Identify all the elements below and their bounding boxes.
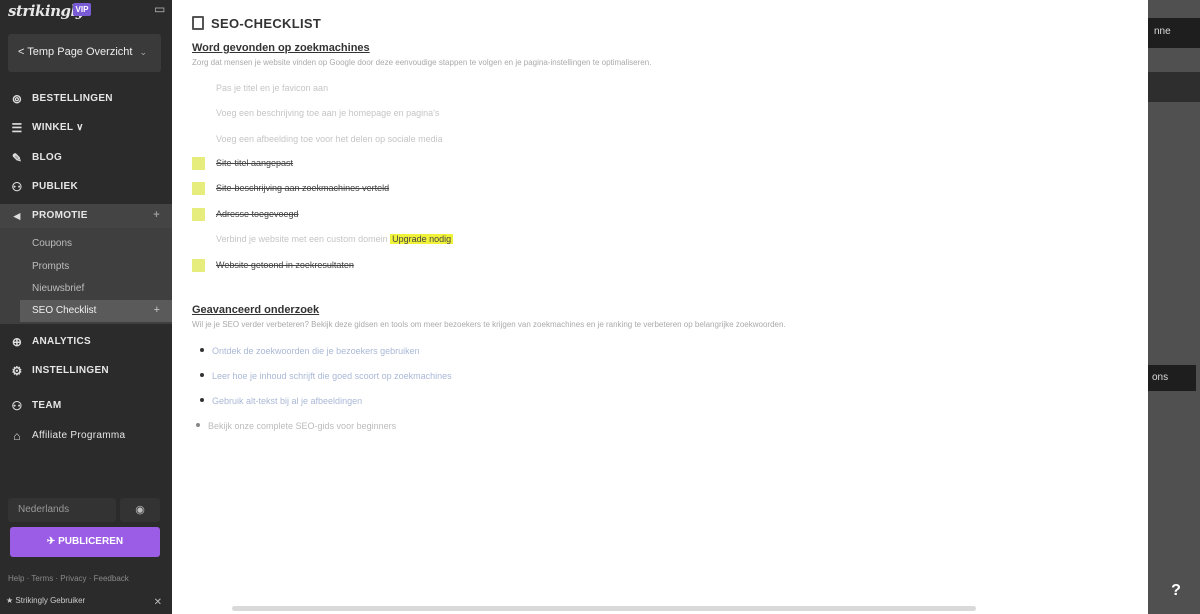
site-selector[interactable]: < Temp Page Overzicht ⌄ bbox=[8, 34, 161, 72]
checkbox-checked[interactable] bbox=[192, 259, 205, 272]
section-heading: Word gevonden op zoekmachines bbox=[192, 42, 370, 54]
nav-label: PROMOTIE bbox=[32, 210, 88, 221]
bullet-dot bbox=[200, 373, 204, 377]
affiliate-icon: ⌂ bbox=[13, 429, 21, 443]
section-description: Zorg dat mensen je website vinden op Goo… bbox=[192, 58, 652, 67]
nav-analytics[interactable]: ⊕ ANALYTICS bbox=[0, 330, 172, 354]
sub-seo-checklist[interactable]: SEO Checklist + bbox=[20, 300, 172, 322]
checklist-item-text: Site-beschrijving aan zoekmachines verte… bbox=[216, 183, 390, 193]
resource-link[interactable]: Gebruik alt-tekst bij al je afbeeldingen bbox=[200, 396, 362, 406]
sub-prompts[interactable]: Prompts bbox=[32, 261, 69, 272]
nav-blog[interactable]: ✎ BLOG bbox=[0, 146, 172, 170]
help-icon[interactable]: ? bbox=[1166, 582, 1186, 602]
orders-icon: ⊚ bbox=[11, 92, 23, 106]
expand-icon: + bbox=[153, 209, 160, 221]
nav-instellingen[interactable]: ⚙ INSTELLINGEN bbox=[0, 359, 172, 383]
page-title: SEO-CHECKLIST bbox=[192, 16, 321, 31]
nav-label: Affiliate Programma bbox=[32, 430, 126, 441]
bullet-dot bbox=[200, 348, 204, 352]
horizontal-scrollbar[interactable] bbox=[232, 606, 976, 611]
nav-label: TEAM bbox=[32, 400, 62, 411]
analytics-icon: ⊕ bbox=[11, 335, 23, 349]
vip-badge: VIP bbox=[73, 3, 91, 16]
checklist-item-text: Website getoond in zoekresultaten bbox=[216, 260, 354, 270]
upgrade-highlight[interactable]: Upgrade nodig bbox=[390, 234, 454, 244]
sub-nieuwsbrief[interactable]: Nieuwsbrief bbox=[32, 283, 84, 294]
checklist-item-text: Verbind je website met een custom domein bbox=[216, 234, 388, 244]
chevron-down-icon: ⌄ bbox=[139, 47, 147, 57]
sidebar: strikingly VIP ▭ < Temp Page Overzicht ⌄… bbox=[0, 0, 172, 614]
nav-affiliate[interactable]: ⌂ Affiliate Programma bbox=[0, 424, 172, 448]
mid-dark-bar bbox=[1148, 72, 1200, 102]
gear-icon: ⚙ bbox=[11, 364, 23, 378]
site-selector-label: < Temp Page Overzicht bbox=[18, 46, 133, 58]
eye-icon: ◉ bbox=[135, 504, 145, 516]
collapse-sidebar-icon[interactable]: ▭ bbox=[154, 2, 165, 16]
resource-link-text: Leer hoe je inhoud schrijft die goed sco… bbox=[212, 371, 452, 381]
resource-link-text: Ontdek de zoekwoorden die je bezoekers g… bbox=[212, 346, 420, 356]
mid-label: ons bbox=[1152, 372, 1169, 383]
blog-icon: ✎ bbox=[11, 151, 23, 165]
star-icon: ★ bbox=[6, 596, 16, 605]
seo-checklist-panel: SEO-CHECKLIST Word gevonden op zoekmachi… bbox=[172, 0, 1148, 614]
checklist-item-text: Pas je titel en je favicon aan bbox=[216, 83, 329, 93]
nav-winkel[interactable]: ☰ WINKEL ∨ bbox=[0, 116, 172, 140]
nav-team[interactable]: ⚇ TEAM bbox=[0, 394, 172, 418]
team-icon: ⚇ bbox=[11, 399, 23, 413]
preview-button[interactable]: ◉ bbox=[120, 498, 160, 522]
resource-link[interactable]: Ontdek de zoekwoorden die je bezoekers g… bbox=[200, 346, 420, 356]
resource-link[interactable]: Bekijk onze complete SEO-gids voor begin… bbox=[196, 421, 396, 431]
bullet-dot bbox=[196, 423, 200, 427]
nav-label: BLOG bbox=[32, 152, 63, 163]
footer-links[interactable]: Help · Terms · Privacy · Feedback bbox=[8, 574, 129, 583]
nav-label: WINKEL ∨ bbox=[32, 122, 84, 133]
checklist-item-text: Site-titel aangepast bbox=[216, 158, 294, 168]
checklist-item-text: Voeg een beschrijving toe aan je homepag… bbox=[216, 108, 440, 118]
resource-link-text: Gebruik alt-tekst bij al je afbeeldingen bbox=[212, 396, 363, 406]
store-icon: ☰ bbox=[11, 121, 23, 135]
nav-label: INSTELLINGEN bbox=[32, 365, 109, 376]
resource-link-text: Bekijk onze complete SEO-gids voor begin… bbox=[208, 421, 397, 431]
nav-bestellingen[interactable]: ⊚ BESTELLINGEN bbox=[0, 87, 172, 111]
checkbox-checked[interactable] bbox=[192, 157, 205, 170]
close-icon[interactable]: ✕ bbox=[154, 597, 162, 608]
footer-user-row[interactable]: ★ Strikingly Gebruiker ✕ bbox=[6, 596, 166, 610]
publish-button[interactable]: ✈ PUBLICEREN bbox=[10, 527, 160, 557]
audience-icon: ⚇ bbox=[11, 180, 23, 194]
publish-label: PUBLICEREN bbox=[58, 536, 124, 547]
footer-user: Strikingly Gebruiker bbox=[15, 596, 86, 605]
megaphone-icon: ◄ bbox=[10, 209, 24, 223]
nav-label: PUBLIEK bbox=[32, 181, 78, 192]
checklist-item-text: Voeg een afbeelding toe voor het delen o… bbox=[216, 134, 443, 144]
section-description: Wil je je SEO verder verbeteren? Bekijk … bbox=[192, 320, 786, 329]
section-heading: Geavanceerd onderzoek bbox=[192, 304, 320, 316]
sub-coupons[interactable]: Coupons bbox=[32, 238, 72, 249]
checklist-item-text: Adresse toegevoegd bbox=[216, 209, 299, 219]
background-editor-strip: nne ons bbox=[1148, 0, 1200, 614]
page-title-text: SEO-CHECKLIST bbox=[211, 16, 322, 31]
nav-publiek[interactable]: ⚇ PUBLIEK bbox=[0, 175, 172, 199]
rocket-icon: ✈ bbox=[46, 536, 59, 547]
sub-label: SEO Checklist bbox=[32, 305, 97, 316]
clipboard-icon bbox=[192, 16, 204, 30]
nav-label: BESTELLINGEN bbox=[32, 93, 113, 104]
checklist-item-text-wrap: Verbind je website met een custom domein… bbox=[216, 234, 454, 244]
top-label: nne bbox=[1154, 26, 1171, 37]
expand-icon: + bbox=[153, 304, 160, 316]
resource-link[interactable]: Leer hoe je inhoud schrijft die goed sco… bbox=[200, 371, 452, 381]
language-selector[interactable]: Nederlands bbox=[8, 498, 116, 522]
checkbox-checked[interactable] bbox=[192, 182, 205, 195]
bullet-dot bbox=[200, 398, 204, 402]
checkbox-checked[interactable] bbox=[192, 208, 205, 221]
nav-label: ANALYTICS bbox=[32, 336, 92, 347]
nav-promotie[interactable]: ◄ PROMOTIE + bbox=[0, 204, 172, 228]
